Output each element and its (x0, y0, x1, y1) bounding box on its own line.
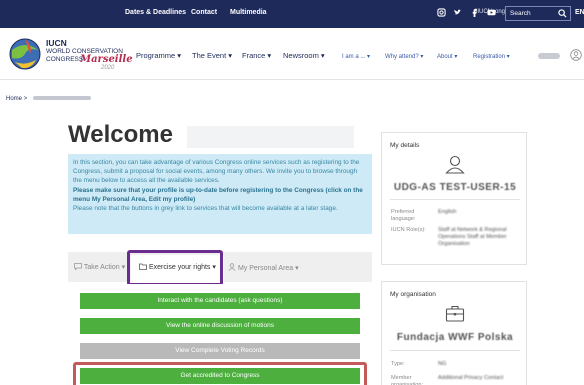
nav-france[interactable]: France ▾ (242, 51, 271, 60)
info-profile-notice: Please make sure that your profile is up… (73, 186, 363, 203)
org-type-value: NG (438, 361, 447, 367)
preferred-language-value: English (438, 209, 457, 215)
logo-city: Marseille (80, 54, 133, 65)
tab-my-personal-area-label: My Personal Area ▾ (237, 265, 299, 272)
title-redacted-bar (187, 126, 354, 148)
nav-registration[interactable]: Registration ▾ (473, 53, 510, 60)
user-icon[interactable] (570, 49, 582, 61)
site-header: IUCN WORLD CONSERVATION CONGRESS Marseil… (0, 28, 584, 80)
iucn-roles-value: Staff at Network & Regional Operations S… (438, 227, 507, 247)
contact-link[interactable]: Contact (191, 9, 217, 16)
iucn-roles-label: IUCN Role(s): (391, 227, 426, 233)
twitter-icon[interactable] (453, 8, 462, 18)
nav-the-event[interactable]: The Event ▾ (192, 51, 232, 60)
info-box: In this section, you can take advantage … (68, 154, 372, 234)
iucn-congress-logo[interactable]: IUCN WORLD CONSERVATION CONGRESS Marseil… (6, 34, 133, 74)
highlight-get-accredited (73, 362, 367, 385)
info-grey-buttons-note: Please note that the buttons in grey lin… (73, 205, 338, 213)
nav-programme[interactable]: Programme ▾ (136, 51, 181, 60)
search-icon[interactable] (558, 9, 567, 18)
interact-candidates-button[interactable]: Interact with the candidates (ask questi… (80, 293, 360, 309)
my-details-title: My details (390, 142, 420, 149)
view-motions-discussion-button[interactable]: View the online discussion of motions (80, 318, 360, 334)
language-selector[interactable]: EN (575, 9, 584, 16)
top-bar: Dates & Deadlines Contact Multimedia #IU… (0, 0, 584, 28)
chat-icon (74, 263, 82, 271)
my-organisation-title: My organisation (390, 291, 436, 298)
member-organisation-label: Member organisation: (391, 375, 424, 385)
info-intro-text: In this section, you can take advantage … (73, 159, 360, 185)
logo-iucn: IUCN (46, 38, 67, 48)
logo-congress: CONGRESS (46, 56, 84, 63)
nav-about[interactable]: About ▾ (437, 53, 457, 60)
tab-my-personal-area[interactable]: My Personal Area ▾ (228, 263, 299, 272)
view-voting-records-button[interactable]: View Complete Voting Records (80, 343, 360, 359)
dates-deadlines-link[interactable]: Dates & Deadlines (125, 9, 186, 16)
user-profile-icon (445, 155, 465, 174)
breadcrumb: Home > (6, 96, 91, 102)
search-placeholder: Search (510, 10, 531, 17)
breadcrumb-home[interactable]: Home (6, 96, 22, 102)
page-title: Welcome (68, 121, 173, 148)
nav-i-am-a[interactable]: I am a ... ▾ (342, 53, 370, 60)
org-type-label: Type: (391, 361, 405, 367)
breadcrumb-separator: > (23, 96, 28, 102)
person-icon (228, 263, 236, 271)
preferred-language-label: Preferred language: (391, 209, 416, 222)
facebook-icon[interactable] (470, 8, 479, 18)
logo-year: 2020 (101, 65, 115, 71)
tab-take-action-label: Take Action ▾ (83, 264, 126, 271)
briefcase-icon (445, 305, 465, 322)
organisation-name: Fundacja WWF Polska (396, 332, 514, 343)
divider (390, 350, 520, 351)
user-full-name: UDG-AS TEST-USER-15 (393, 182, 517, 193)
youtube-icon[interactable] (487, 8, 496, 18)
my-organisation-card: My organisation Fundacja WWF Polska Type… (381, 281, 527, 385)
nav-why-attend[interactable]: Why attend? ▾ (385, 53, 423, 60)
nav-newsroom[interactable]: Newsroom ▾ (283, 51, 325, 60)
highlight-exercise-rights-tab (127, 250, 223, 286)
globe-logo-icon (9, 38, 41, 70)
multimedia-link[interactable]: Multimedia (230, 9, 267, 16)
user-name-redacted[interactable] (538, 53, 560, 59)
my-details-card: My details UDG-AS TEST-USER-15 Preferred… (381, 132, 527, 265)
breadcrumb-current-redacted (32, 96, 91, 101)
instagram-icon[interactable] (437, 8, 446, 18)
search-input[interactable]: Search (505, 6, 571, 21)
member-organisation-value: Additional Privacy Contact (438, 375, 504, 381)
tab-take-action[interactable]: Take Action ▾ (74, 263, 125, 271)
divider (390, 199, 520, 200)
